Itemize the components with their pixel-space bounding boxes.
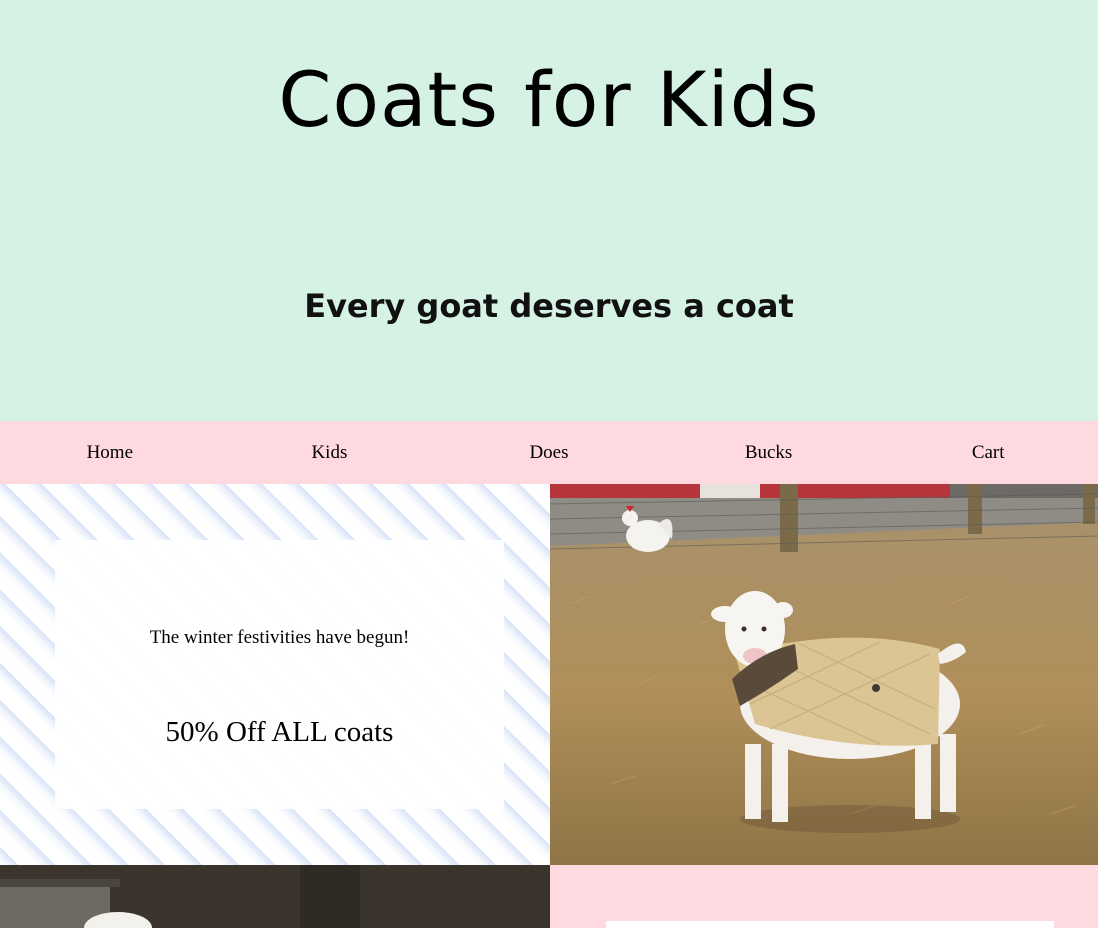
- nav-item-kids[interactable]: Kids: [220, 421, 440, 484]
- secondary-panel: [550, 865, 1098, 941]
- promo-card: The winter festivities have begun! 50% O…: [55, 540, 504, 809]
- nav-item-does[interactable]: Does: [439, 421, 659, 484]
- hero-banner: Coats for Kids Every goat deserves a coa…: [0, 0, 1098, 421]
- goat-photo-secondary: [0, 865, 550, 928]
- promo-announcement: The winter festivities have begun!: [149, 627, 410, 648]
- site-title: Coats for Kids: [278, 55, 820, 144]
- goat-photo-illustration: [550, 484, 1098, 865]
- site-tagline: Every goat deserves a coat: [304, 287, 794, 325]
- promo-discount: 50% Off ALL coats: [165, 716, 394, 748]
- secondary-card: [606, 921, 1054, 941]
- goat-photo: [550, 484, 1098, 865]
- goat-photo-secondary-illustration: [0, 865, 550, 928]
- nav-item-bucks[interactable]: Bucks: [659, 421, 879, 484]
- promo-panel: The winter festivities have begun! 50% O…: [0, 484, 550, 865]
- main-nav: Home Kids Does Bucks Cart: [0, 421, 1098, 484]
- nav-item-home[interactable]: Home: [0, 421, 220, 484]
- nav-item-cart[interactable]: Cart: [878, 421, 1098, 484]
